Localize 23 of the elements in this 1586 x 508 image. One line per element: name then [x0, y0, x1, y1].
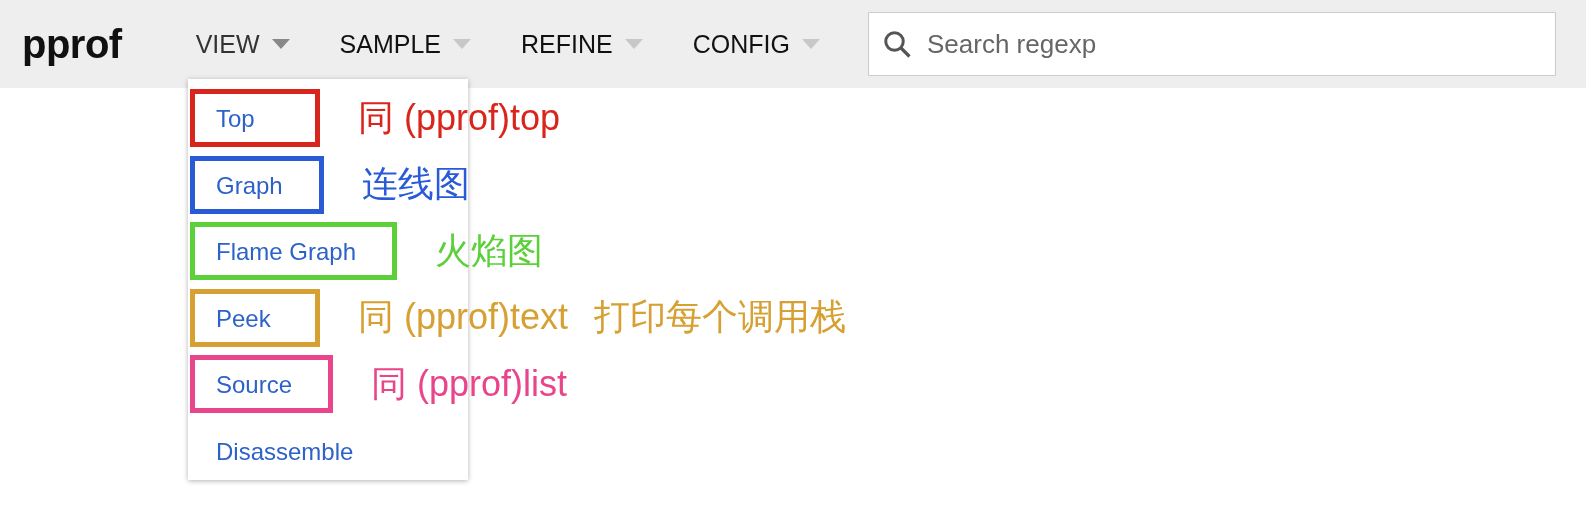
menu-item[interactable]: Flame Graph	[190, 222, 398, 281]
annotation-text: 打印每个调用栈	[594, 295, 847, 340]
annotation-text: 火焰图	[435, 228, 544, 273]
menu-item[interactable]: Disassemble	[190, 421, 395, 480]
menu-item[interactable]: Top	[190, 89, 320, 148]
annotation-text: 同 (pprof)text	[358, 295, 569, 340]
menu-button[interactable]: CONFIG	[690, 25, 822, 63]
annotation-text: 连线图	[361, 162, 470, 207]
menu-item[interactable]: Peek	[190, 288, 320, 347]
menu-item[interactable]: Graph	[190, 155, 324, 214]
menu-item[interactable]: Source	[190, 355, 334, 414]
caret-icon	[624, 39, 643, 49]
caret-icon	[801, 39, 820, 49]
caret-icon	[453, 39, 472, 49]
search-icon	[882, 29, 912, 59]
search-field[interactable]: Search regexp	[868, 12, 1556, 76]
menu-button[interactable]: SAMPLE	[337, 25, 474, 63]
annotation-text: 同 (pprof)list	[371, 361, 568, 406]
menu-button[interactable]: VIEW	[193, 25, 292, 63]
app-logo: pprof	[22, 21, 122, 67]
menu-button[interactable]: REFINE	[519, 25, 645, 63]
caret-icon	[271, 39, 290, 49]
annotation-text: 同 (pprof)top	[358, 95, 561, 140]
